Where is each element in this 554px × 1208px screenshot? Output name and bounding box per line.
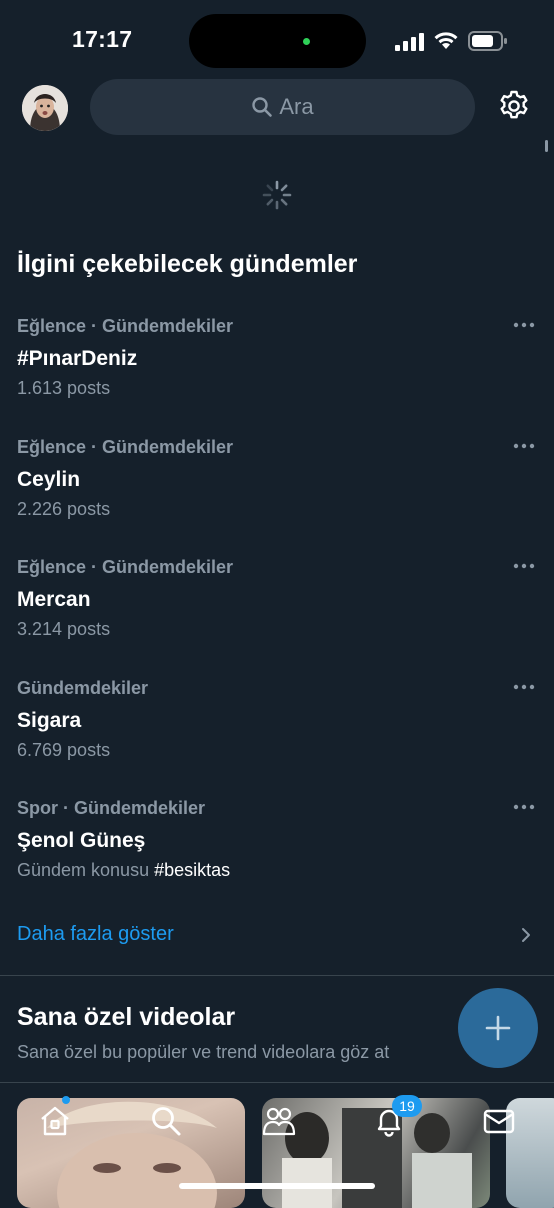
trend-name: Şenol Güneş [17,829,146,852]
trend-category: Spor · Gündemdekiler [17,798,206,818]
trend-post-count: 2.226 posts [17,499,111,519]
more-options-icon[interactable] [513,443,535,449]
home-icon[interactable] [38,1104,72,1138]
more-options-icon[interactable] [513,322,535,328]
trend-post-count: 3.214 posts [17,619,111,639]
wifi-icon [434,32,458,49]
trend-name: Ceylin [17,468,81,491]
camera-indicator-dot [303,38,310,45]
trend-name: Sigara [17,709,82,732]
profile-avatar[interactable] [22,85,68,131]
settings-gear-icon[interactable] [497,89,531,123]
trend-name: #PınarDeniz [17,347,138,370]
more-options-icon[interactable] [513,804,535,810]
trend-item[interactable]: Eğlence · Gündemdekiler Mercan 3.214 pos… [17,557,537,657]
battery-icon [468,31,507,51]
section-divider [0,1082,554,1083]
show-more-link[interactable]: Daha fazla göster [17,923,174,946]
cellular-signal-icon [395,33,424,51]
trend-item[interactable]: Spor · Gündemdekiler Şenol Güneş Gündem … [17,798,537,898]
avatar-image [22,85,68,131]
home-indicator[interactable] [179,1183,375,1189]
trend-post-count: 6.769 posts [17,740,111,760]
more-options-icon[interactable] [513,684,535,690]
dynamic-island [189,14,366,68]
trend-item[interactable]: Eğlence · Gündemdekiler Ceylin 2.226 pos… [17,437,537,537]
trend-category: Eğlence · Gündemdekiler [17,557,234,577]
more-options-icon[interactable] [513,563,535,569]
status-bar: 17:17 [0,0,554,80]
trend-post-count: 1.613 posts [17,378,111,398]
mail-icon[interactable] [482,1104,516,1138]
trends-section-title: İlgini çekebilecek gündemler [17,250,358,278]
trend-topic-prefix: Gündem konusu [17,860,155,880]
videos-section-title: Sana özel videolar [17,1003,236,1031]
trend-topic-hashtag[interactable]: #besiktas [154,860,230,880]
trend-category: Gündemdekiler [17,678,149,698]
home-new-indicator [62,1096,70,1104]
search-icon [252,97,273,117]
trend-name: Mercan [17,588,91,611]
trend-category: Eğlence · Gündemdekiler [17,437,234,457]
trend-topic-line: Gündem konusu #besiktas [17,860,230,881]
search-input[interactable]: Ara [90,79,475,135]
search-placeholder: Ara [279,94,314,119]
notifications-badge: 19 [392,1095,422,1117]
chevron-right-icon [522,928,530,942]
compose-post-button[interactable] [458,988,538,1068]
trend-category: Eğlence · Gündemdekiler [17,316,234,336]
status-time: 17:17 [72,26,133,52]
communities-icon[interactable] [262,1104,296,1138]
section-divider [0,975,554,976]
trend-item[interactable]: Eğlence · Gündemdekiler #PınarDeniz 1.61… [17,316,537,416]
scrollbar[interactable] [545,140,548,152]
videos-section-subtitle: Sana özel bu popüler ve trend videolara … [17,1042,390,1062]
search-icon[interactable] [149,1104,183,1138]
trend-item[interactable]: Gündemdekiler Sigara 6.769 posts [17,678,537,778]
loading-spinner-icon [262,180,292,210]
plus-icon [485,1015,511,1041]
